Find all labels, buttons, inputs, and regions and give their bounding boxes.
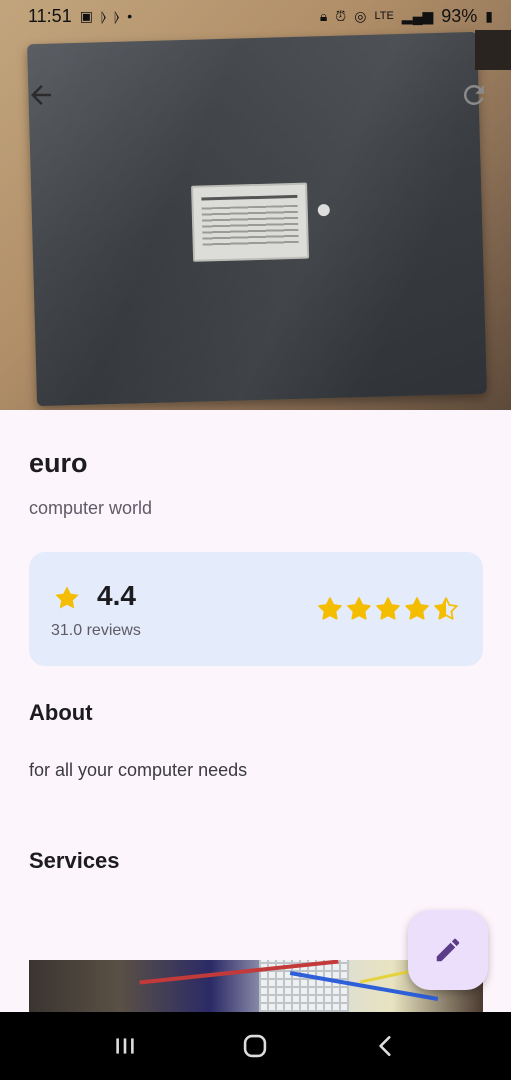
- product-label: [191, 182, 310, 262]
- alarm-icon: ⏰︎: [335, 8, 347, 24]
- dot-icon: •: [127, 8, 133, 24]
- home-icon[interactable]: [235, 1026, 275, 1066]
- star-icon: [55, 586, 79, 609]
- rating-value: 4.4: [97, 580, 136, 611]
- business-name: euro: [29, 448, 88, 478]
- hero-image: [0, 0, 511, 410]
- battery-icon: ▮: [485, 8, 493, 24]
- battery-text: 93%: [441, 5, 478, 26]
- status-bar: 11:51 ▣ ⦊ ⦊ • 🔒︎ ⏰︎ ◎ LTE ▂▄▆ 93% ▮: [0, 0, 511, 32]
- star-full-icon: [347, 597, 371, 620]
- cast-icon: ⦊: [114, 8, 120, 24]
- status-time: 11:51: [28, 5, 72, 26]
- services-heading: Services: [29, 848, 120, 873]
- refresh-icon[interactable]: [459, 80, 489, 110]
- star-rating: [317, 596, 459, 622]
- hotspot-icon: ◎: [354, 8, 367, 24]
- back-arrow-icon[interactable]: [26, 80, 56, 110]
- review-count: 31.0 reviews: [51, 622, 141, 639]
- edit-pencil-icon: [436, 938, 460, 962]
- about-heading: About: [29, 700, 93, 725]
- rating-card: 4.4 31.0 reviews: [29, 552, 483, 666]
- signal-icon: ▂▄▆: [401, 8, 434, 24]
- about-text: for all your computer needs: [29, 760, 248, 780]
- star-full-icon: [318, 597, 342, 620]
- cast-icon: ⦊: [100, 8, 107, 24]
- star-full-icon: [376, 597, 400, 620]
- business-category: computer world: [29, 498, 153, 518]
- back-icon[interactable]: [366, 1026, 406, 1066]
- edit-fab-button[interactable]: [408, 910, 488, 990]
- system-nav-bar: [0, 1012, 511, 1080]
- recents-icon[interactable]: [105, 1026, 145, 1066]
- lock-icon: 🔒︎: [319, 8, 328, 24]
- star-full-icon: [405, 597, 429, 620]
- star-half-icon: [434, 597, 458, 620]
- product-box-photo: [27, 31, 487, 407]
- network-label: LTE: [374, 9, 394, 22]
- gallery-icon: ▣: [79, 8, 93, 24]
